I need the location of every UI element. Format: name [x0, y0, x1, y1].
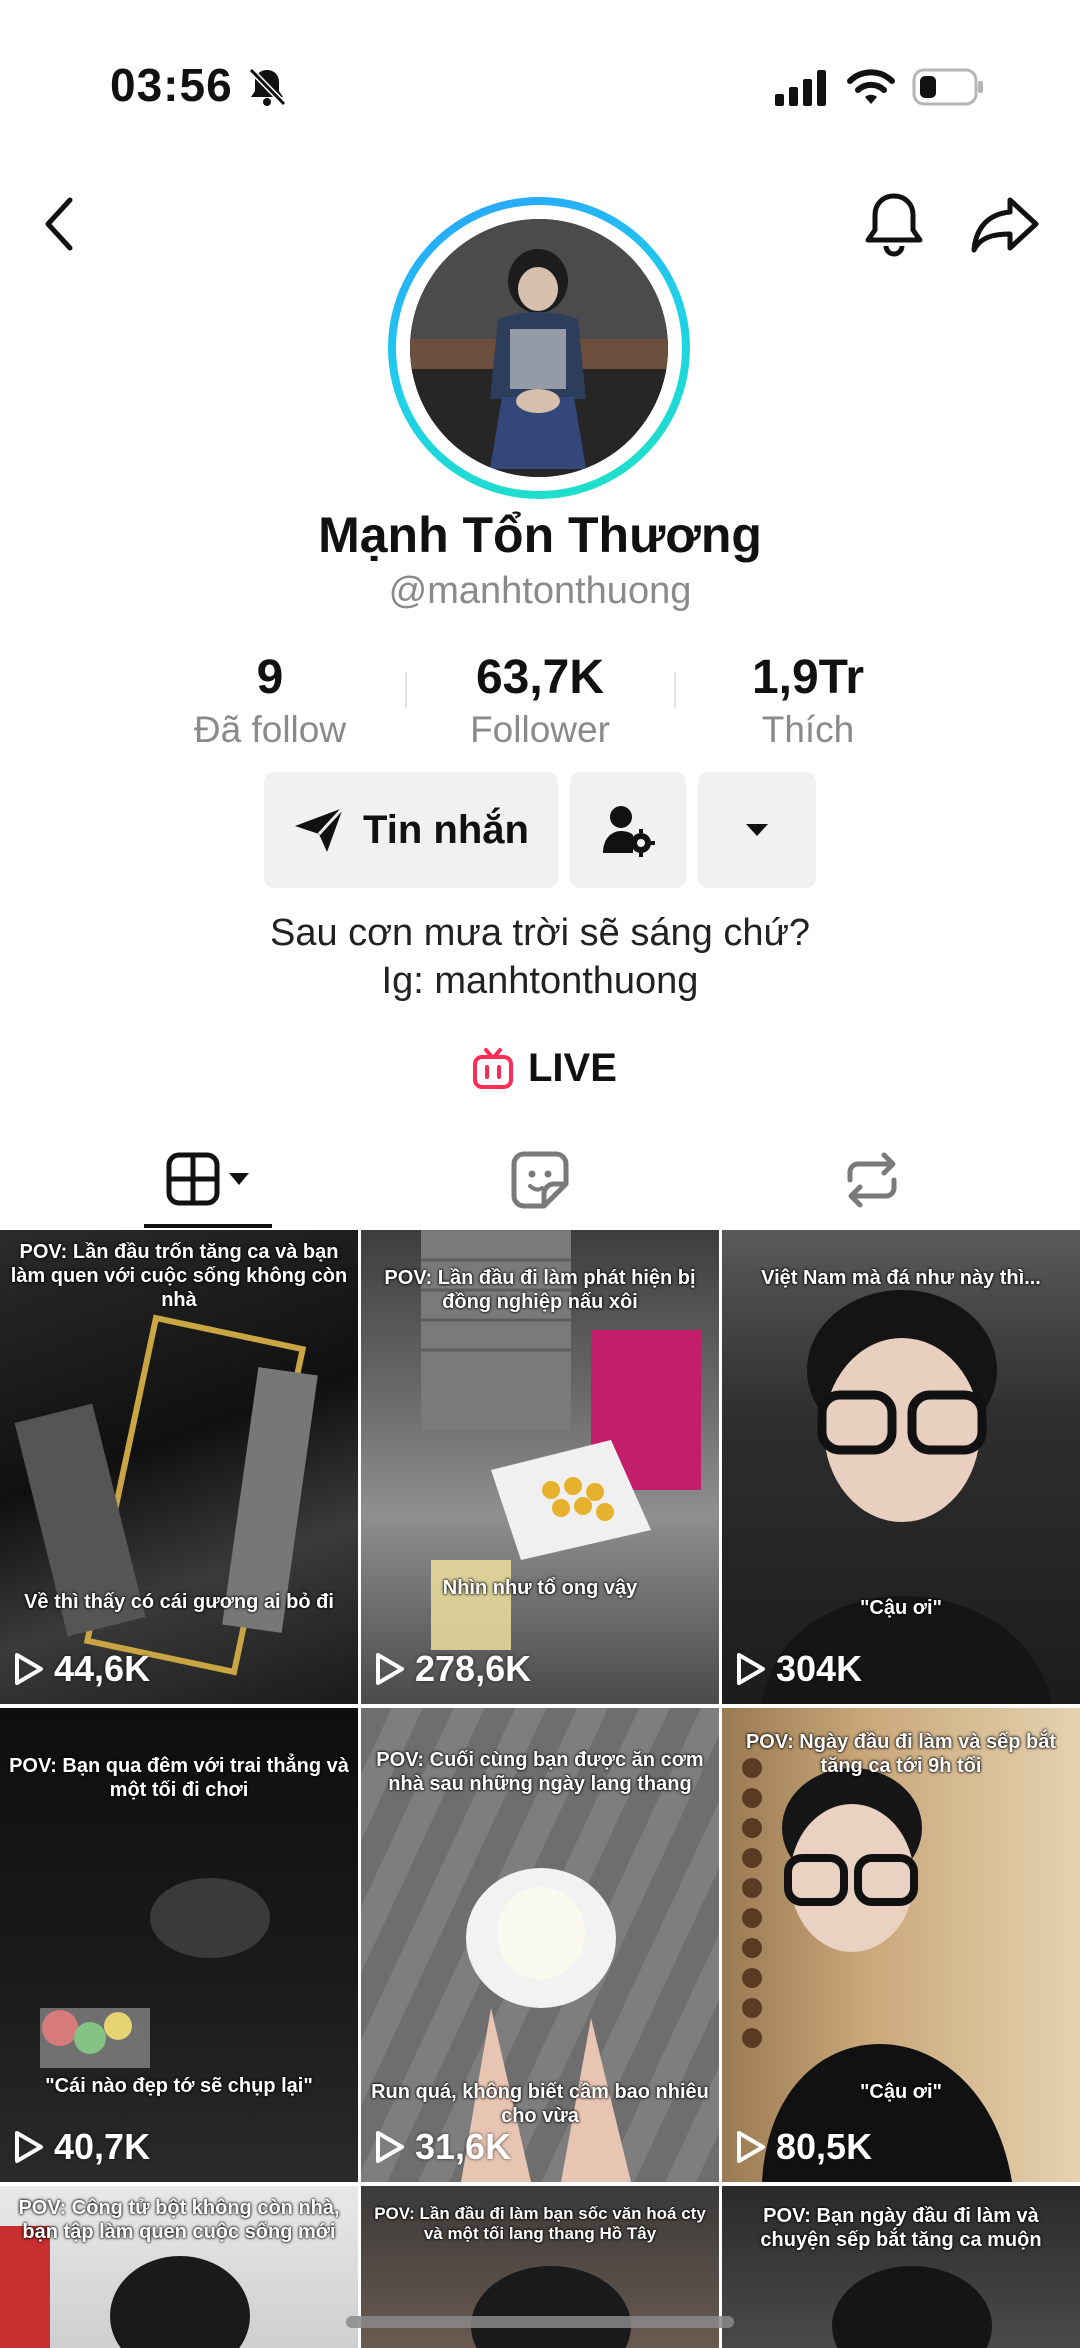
- sticker-icon[interactable]: [510, 1150, 570, 1210]
- video-caption-top: POV: Lần đầu đi làm bạn sốc văn hoá cty …: [374, 2204, 706, 2244]
- stat-followers[interactable]: 63,7K Follower: [430, 650, 650, 751]
- play-icon: [737, 2131, 765, 2163]
- video-caption-top: Việt Nam mà đá như này thì...: [761, 1267, 1041, 1289]
- bio-line-1: Sau cơn mưa trời sẽ sáng chứ?: [269, 912, 811, 954]
- play-icon: [15, 1653, 43, 1685]
- play-icon: [15, 2131, 43, 2163]
- user-settings-button[interactable]: [570, 772, 686, 888]
- stat-following[interactable]: 9 Đã follow: [160, 650, 380, 751]
- video-views-count: 40,7K: [54, 2126, 151, 2167]
- video-caption-top: POV: Cuối cùng bạn được ăn cơm nhà sau n…: [376, 1749, 704, 1795]
- video-caption-top: POV: Ngày đầu đi làm và sếp bắt tăng ca …: [745, 1731, 1057, 1777]
- avatar[interactable]: [388, 197, 690, 499]
- video-caption-top: POV: Công tử bột không còn nhà, bạn tập …: [18, 2197, 340, 2243]
- video-thumbnail[interactable]: POV: Cuối cùng bạn được ăn cơm nhà sau n…: [361, 1708, 719, 2182]
- stat-following-value: 9: [256, 651, 284, 704]
- stat-following-label: Đã follow: [193, 709, 347, 750]
- home-indicator[interactable]: [346, 2316, 734, 2328]
- video-thumbnail[interactable]: POV: Bạn qua đêm với trai thẳng và một t…: [0, 1708, 358, 2182]
- tv-live-icon: [473, 1047, 513, 1089]
- video-views: 304K: [736, 1648, 862, 1690]
- share-arrow-icon[interactable]: [970, 194, 1040, 254]
- message-button-label: Tin nhắn: [363, 807, 529, 852]
- video-caption-bottom: Về thì thấy có cái gương ai bỏ đi: [24, 1591, 334, 1613]
- video-views: 44,6K: [14, 1648, 150, 1690]
- profile-handle: @manhtonthuong: [388, 570, 692, 612]
- more-dropdown-button[interactable]: [698, 772, 816, 888]
- video-caption-top: POV: Lần đầu trốn tăng ca và bạn làm que…: [10, 1241, 348, 1311]
- message-button[interactable]: Tin nhắn: [264, 772, 558, 888]
- live-label: LIVE: [528, 1046, 617, 1090]
- bio-line-2[interactable]: Ig: manhtonthuong: [0, 960, 1080, 1003]
- play-icon: [737, 1653, 765, 1685]
- caret-down-icon: [746, 824, 768, 836]
- video-views: 31,6K: [375, 2126, 511, 2168]
- status-time: 03:56: [110, 59, 233, 111]
- battery-icon: [912, 68, 983, 106]
- stat-likes[interactable]: 1,9Tr Thích: [698, 650, 918, 751]
- bell-muted-icon: [248, 67, 287, 107]
- tab-active-indicator: [144, 1224, 272, 1228]
- video-caption-bottom: "Cậu ơi": [859, 2081, 943, 2103]
- video-thumbnail[interactable]: Việt Nam mà đá như này thì... "Cậu ơi" 3…: [722, 1230, 1080, 1704]
- profile-name: Mạnh Tổn Thương: [318, 507, 762, 563]
- video-caption-top: POV: Bạn qua đêm với trai thẳng và một t…: [9, 1755, 349, 1801]
- wifi-icon: [847, 69, 895, 104]
- play-icon: [376, 1653, 404, 1685]
- stat-likes-label: Thích: [761, 709, 855, 750]
- stat-followers-label: Follower: [470, 709, 610, 750]
- video-caption-top: POV: Bạn ngày đầu đi làm và chuyện sếp b…: [760, 2205, 1042, 2251]
- video-views-count: 44,6K: [54, 1648, 151, 1689]
- caret-down-icon[interactable]: [228, 1172, 250, 1186]
- video-views-count: 80,5K: [776, 2126, 873, 2167]
- grid-icon[interactable]: [166, 1150, 226, 1210]
- chevron-left-icon[interactable]: [40, 194, 80, 254]
- signal-icon: [775, 70, 826, 106]
- user-gear-icon: [603, 806, 655, 857]
- paper-plane-icon: [295, 806, 345, 852]
- repost-icon[interactable]: [842, 1150, 902, 1210]
- stat-divider: [674, 672, 676, 708]
- video-thumbnail[interactable]: POV: Công tử bột không còn nhà, bạn tập …: [0, 2186, 358, 2348]
- video-caption-bottom: "Cái nào đẹp tớ sẽ chụp lại": [45, 2075, 313, 2097]
- video-views: 278,6K: [375, 1648, 531, 1690]
- video-caption-bottom: Run quá, không biết cầm bao nhiêu cho vừ…: [371, 2081, 709, 2127]
- video-caption-bottom: "Cậu ơi": [859, 1597, 943, 1619]
- video-views: 40,7K: [14, 2126, 150, 2168]
- video-caption-bottom: Nhìn như tổ ong vậy: [442, 1577, 638, 1599]
- video-thumbnail[interactable]: POV: Lần đầu trốn tăng ca và bạn làm que…: [0, 1230, 358, 1704]
- video-caption-top: POV: Lần đầu đi làm phát hiện bị đồng ng…: [384, 1267, 696, 1313]
- bell-icon[interactable]: [862, 190, 926, 260]
- video-views: 80,5K: [736, 2126, 872, 2168]
- stat-divider: [405, 672, 407, 708]
- video-views-count: 304K: [776, 1648, 863, 1689]
- video-thumbnail[interactable]: POV: Ngày đầu đi làm và sếp bắt tăng ca …: [722, 1708, 1080, 2182]
- video-views-count: 278,6K: [415, 1648, 532, 1689]
- stat-followers-value: 63,7K: [475, 651, 605, 704]
- video-thumbnail[interactable]: POV: Lần đầu đi làm phát hiện bị đồng ng…: [361, 1230, 719, 1704]
- video-views-count: 31,6K: [415, 2126, 512, 2167]
- play-icon: [376, 2131, 404, 2163]
- live-button[interactable]: LIVE: [472, 1046, 617, 1091]
- video-thumbnail[interactable]: POV: Bạn ngày đầu đi làm và chuyện sếp b…: [722, 2186, 1080, 2348]
- stat-likes-value: 1,9Tr: [751, 651, 865, 704]
